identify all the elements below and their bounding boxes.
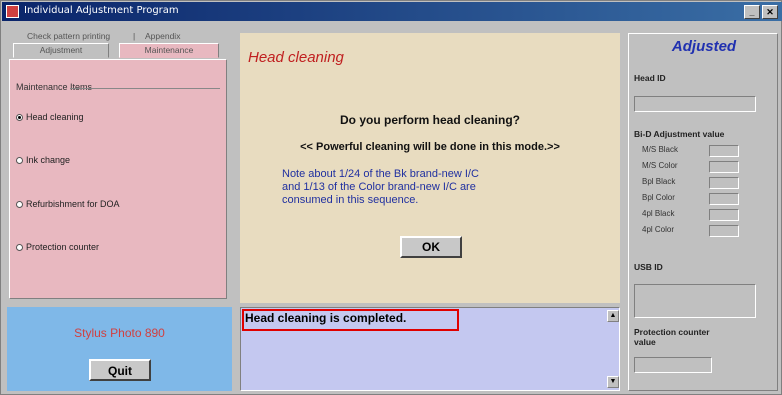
group-divider <box>70 88 220 89</box>
model-panel: Stylus Photo 890 Quit <box>7 307 232 391</box>
window-title: Individual Adjustment Program <box>24 5 179 16</box>
radio-selected-icon[interactable] <box>16 114 23 122</box>
radio-label: Head cleaning <box>26 112 84 122</box>
bi-d-row-label: 4pl Black <box>642 209 675 218</box>
note-line: Note about 1/24 of the Bk brand-new I/C <box>282 168 479 180</box>
application-window: Individual Adjustment Program _ ✕ Check … <box>0 0 782 395</box>
bi-d-row-label: Bpl Black <box>642 177 676 186</box>
message-textarea[interactable]: Head cleaning is completed. ▲ ▼ <box>240 307 620 391</box>
minimize-button[interactable]: _ <box>744 5 760 19</box>
note-line: consumed in this sequence. <box>282 194 419 206</box>
ok-button[interactable]: OK <box>400 236 462 258</box>
adjusted-values-panel: Adjusted Head ID Bi-D Adjustment value M… <box>628 33 778 391</box>
maintenance-group-title: Maintenance Items <box>16 82 93 92</box>
app-icon <box>6 5 19 18</box>
tab-check-pattern-printing[interactable]: Check pattern printing <box>27 31 110 41</box>
bi-d-row: M/S Black <box>642 145 678 154</box>
head-cleaning-panel: Head cleaning Do you perform head cleani… <box>240 33 620 303</box>
bi-d-value-field[interactable] <box>709 177 739 189</box>
bi-d-row-label: 4pl Color <box>642 225 675 234</box>
bi-d-row: 4pl Color <box>642 225 674 234</box>
bi-d-value-field[interactable] <box>709 225 739 237</box>
panel-title: Head cleaning <box>248 49 344 66</box>
radio-label: Refurbishment for DOA <box>26 199 120 209</box>
usb-id-label: USB ID <box>634 262 663 272</box>
note-line: and 1/13 of the Color brand-new I/C are <box>282 181 476 193</box>
status-message: Head cleaning is completed. <box>245 311 407 325</box>
bi-d-value-field[interactable] <box>709 193 739 205</box>
bi-d-value-field[interactable] <box>709 145 739 157</box>
head-id-field[interactable] <box>634 96 756 112</box>
scroll-down-icon[interactable]: ▼ <box>607 376 619 388</box>
radio-head-cleaning[interactable]: Head cleaning <box>16 112 84 122</box>
radio-label: Ink change <box>26 155 71 165</box>
maintenance-tab-container: Check pattern printing | Appendix Adjust… <box>7 27 232 302</box>
bi-d-row: Bpl Black <box>642 177 675 186</box>
radio-label: Protection counter <box>26 242 100 252</box>
protection-counter-label: Protection counter <box>634 327 710 337</box>
radio-protection-counter[interactable]: Protection counter <box>16 242 99 252</box>
quit-button[interactable]: Quit <box>89 359 151 381</box>
scroll-up-icon[interactable]: ▲ <box>607 310 619 322</box>
tab-row-front: Adjustment Maintenance <box>9 43 231 58</box>
tab-appendix[interactable]: Appendix <box>145 31 180 41</box>
bi-d-value-field[interactable] <box>709 161 739 173</box>
radio-icon[interactable] <box>16 244 23 252</box>
bi-d-adjustment-label: Bi-D Adjustment value <box>634 129 725 139</box>
adjusted-heading: Adjusted <box>671 38 737 55</box>
protection-counter-field[interactable] <box>634 357 712 373</box>
maintenance-panel: Maintenance Items Head cleaning Ink chan… <box>9 59 227 299</box>
usb-id-field[interactable] <box>634 284 756 318</box>
bi-d-row-label: M/S Black <box>642 145 679 154</box>
mode-note: << Powerful cleaning will be done in thi… <box>300 141 560 153</box>
bi-d-row: Bpl Color <box>642 193 675 202</box>
bi-d-row: M/S Color <box>642 161 678 170</box>
radio-ink-change[interactable]: Ink change <box>16 155 70 165</box>
tab-adjustment[interactable]: Adjustment <box>13 43 109 58</box>
bi-d-row-label: Bpl Color <box>642 193 675 202</box>
protection-counter-label-2: value <box>634 337 656 347</box>
tab-separator: | <box>133 31 136 41</box>
radio-icon[interactable] <box>16 201 23 209</box>
radio-refurbishment[interactable]: Refurbishment for DOA <box>16 199 120 209</box>
head-id-label: Head ID <box>634 73 666 83</box>
bi-d-value-field[interactable] <box>709 209 739 221</box>
close-button[interactable]: ✕ <box>762 5 778 19</box>
printer-model-name: Stylus Photo 890 <box>74 326 165 340</box>
bi-d-row-label: M/S Color <box>642 161 678 170</box>
confirmation-question: Do you perform head cleaning? <box>339 113 521 127</box>
ink-consumption-note: Note about 1/24 of the Bk brand-new I/C … <box>282 168 479 207</box>
title-bar[interactable]: Individual Adjustment Program _ ✕ <box>2 2 782 21</box>
tab-maintenance[interactable]: Maintenance <box>119 43 219 58</box>
radio-icon[interactable] <box>16 157 23 165</box>
bi-d-row: 4pl Black <box>642 209 674 218</box>
